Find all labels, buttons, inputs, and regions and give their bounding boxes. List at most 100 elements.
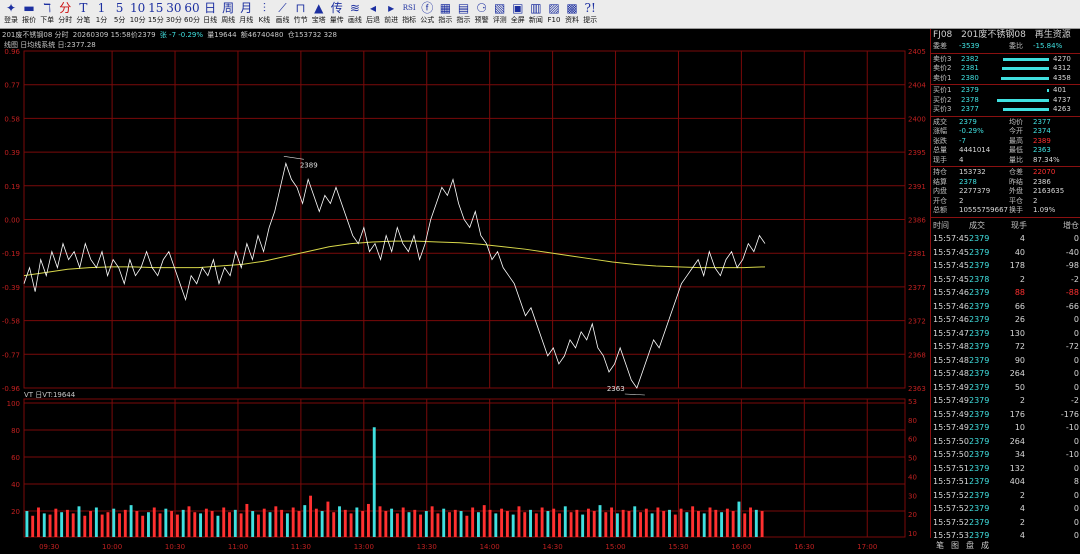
trade-time: 15:57:51 — [933, 477, 969, 486]
trade-qty: 66 — [1014, 301, 1025, 311]
volume-bar — [540, 507, 544, 537]
toolbar-button-26[interactable]: ⚆ 预警 — [473, 1, 491, 27]
toolbar-button-20[interactable]: ◂ 后退 — [364, 1, 382, 27]
trade-row: 15:57:45 2379 4 0 — [931, 232, 1080, 246]
toolbar-button-1[interactable]: ▬ 报价 — [20, 1, 38, 27]
volume-bar — [546, 511, 550, 537]
ask-level[interactable]: 卖价3 2382 4270 — [931, 55, 1080, 65]
toolbar-button-18[interactable]: 传量传 — [328, 1, 346, 27]
toolbar-button-3[interactable]: 分分时 — [56, 1, 74, 27]
bid-level[interactable]: 买价2 2378 4737 — [931, 96, 1080, 106]
infobar-time: 20260309 15:58价2379 — [72, 31, 156, 39]
intraday-chart[interactable]: 线图 日均线系统 日:2377.28 VT 日VT:19644 0.96 2405 0.… — [0, 40, 930, 552]
toolbar-button-14[interactable]: ⫶ K线 — [255, 1, 273, 27]
toolbar-button-13[interactable]: 月月线 — [237, 1, 255, 27]
toolbar-button-2[interactable]: ℸ 下单 — [38, 1, 56, 27]
toolbar-button-9[interactable]: 30 30分 — [165, 1, 183, 27]
toolbar-button-7[interactable]: 10 10分 — [129, 1, 147, 27]
volume-bar — [175, 514, 179, 537]
quote-infobar: 201废不锈钢08 分时 20260309 15:58价2379 张 -7 -0… — [0, 29, 930, 41]
volume-bar — [552, 508, 556, 537]
toolbar-button-30[interactable]: ▨ F10 — [545, 1, 563, 27]
trade-row: 15:57:52 2379 2 0 — [931, 489, 1080, 503]
time-tick: 10:30 — [165, 543, 185, 551]
volume-bar — [228, 512, 231, 537]
price-left-tick: -0.58 — [2, 318, 20, 326]
stat-row: 内盘 2277379 外盘 2163635 — [931, 187, 1080, 197]
toolbar-button-32[interactable]: ?! 提示 — [581, 1, 599, 27]
volume-bar — [187, 506, 191, 537]
trade-price: 2379 — [969, 261, 990, 270]
price-left-tick: 0.39 — [4, 149, 20, 157]
panel-tab-2[interactable]: 盘 — [966, 540, 974, 551]
toolbar-button-22[interactable]: RSI 指标 — [400, 1, 418, 27]
toolbar-button-25[interactable]: ▤ 指示 — [455, 1, 473, 27]
infobar-oi: 仓153732 328 — [287, 31, 337, 39]
trade-price: 2378 — [969, 274, 990, 284]
stat-value: 2 — [1033, 196, 1038, 205]
panel-tab-1[interactable]: 图 — [951, 540, 959, 551]
ask-level[interactable]: 卖价1 2380 4358 — [931, 74, 1080, 84]
trade-price: 2379 — [969, 396, 990, 405]
toolbar-button-24[interactable]: ▦ 指示 — [436, 1, 454, 27]
toolbar-button-23[interactable]: ⓕ 公式 — [418, 1, 436, 27]
toolbar-button-16[interactable]: ⊓ 竹节 — [292, 1, 310, 27]
panel-tab-0[interactable]: 笔 — [936, 540, 944, 551]
30min-icon: 30 — [166, 1, 182, 15]
toolbar-button-8[interactable]: 15 15分 — [147, 1, 165, 27]
toolbar-label: 指标 — [402, 16, 417, 24]
stat-label: 结算 — [933, 177, 947, 186]
toolbar-button-0[interactable]: ✦ 登录 — [2, 1, 20, 27]
toolbar-button-12[interactable]: 周周线 — [219, 1, 237, 27]
trade-row: 15:57:46 2379 66 -66 — [931, 300, 1080, 314]
trade-row: 15:57:46 2379 26 0 — [931, 313, 1080, 327]
panel-tab-3[interactable]: 成 — [981, 540, 989, 551]
bid-level[interactable]: 买价1 2379 401 — [931, 86, 1080, 96]
trade-oi: -10 — [1065, 423, 1079, 432]
trade-time: 15:57:46 — [933, 315, 969, 324]
volume-bar — [633, 506, 637, 537]
volume-bar — [129, 505, 133, 537]
trade-oi: -98 — [1065, 261, 1079, 270]
ask-level[interactable]: 卖价2 2381 4312 — [931, 64, 1080, 74]
stat-row: 成交 2379 均价 2377 — [931, 118, 1080, 128]
trade-price: 2379 — [969, 463, 990, 473]
toolbar-button-11[interactable]: 日日线 — [201, 1, 219, 27]
volume-bar — [37, 507, 40, 537]
trade-qty: 10 — [1014, 423, 1025, 432]
toolbar-button-21[interactable]: ▸ 前进 — [382, 1, 400, 27]
trade-price: 2379 — [969, 301, 990, 311]
trade-list[interactable]: 15:57:45 2379 4 0 15:57:45 2379 40 -40 15:57:45 2… — [931, 232, 1080, 543]
level-label: 卖价3 — [933, 54, 952, 63]
toolbar-button-5[interactable]: 1 1分 — [93, 1, 111, 27]
volume-pane-frame — [23, 398, 906, 538]
intraday-chart-svg[interactable]: 线图 日均线系统 日:2377.28VT 日VT:196440.96 24050.… — [0, 40, 930, 552]
toolbar-button-19[interactable]: ≋ 画线 — [346, 1, 364, 27]
volume-bar — [355, 507, 359, 537]
toolbar-button-29[interactable]: ▥ 新闻 — [527, 1, 545, 27]
toolbar-button-4[interactable]: T 分笔 — [74, 1, 92, 27]
trade-row: 15:57:48 2379 90 0 — [931, 354, 1080, 368]
toolbar-button-28[interactable]: ▣ 全屏 — [509, 1, 527, 27]
price-left-tick: 0.19 — [4, 183, 20, 191]
volume-bar — [604, 512, 608, 537]
toolbar-button-6[interactable]: 5 5分 — [111, 1, 129, 27]
trade-price: 2379 — [969, 342, 990, 351]
volume-bar — [100, 514, 104, 537]
bid-level[interactable]: 买价3 2377 4263 — [931, 105, 1080, 115]
stat-row: 结算 2378 昨结 2386 — [931, 178, 1080, 188]
volume-bar — [372, 427, 376, 537]
toolbar-label: 公式 — [420, 16, 435, 24]
toolbar-button-31[interactable]: ▩ 资料 — [563, 1, 581, 27]
toolbar-button-15[interactable]: ⟋ 画线 — [274, 1, 292, 27]
trade-qty: 50 — [1014, 382, 1025, 392]
volume-bar — [517, 506, 521, 537]
toolbar-button-10[interactable]: 60 60分 — [183, 1, 201, 27]
volume-bar — [274, 506, 278, 537]
toolbar-button-27[interactable]: ▧ 评测 — [491, 1, 509, 27]
toolbar-button-17[interactable]: ▲ 宝塔 — [310, 1, 328, 27]
toolbar-label: 1分 — [95, 16, 108, 24]
time-tick: 16:00 — [731, 543, 751, 551]
trade-header-price: 成交 — [969, 220, 985, 230]
tower-icon: ▲ — [314, 1, 324, 15]
